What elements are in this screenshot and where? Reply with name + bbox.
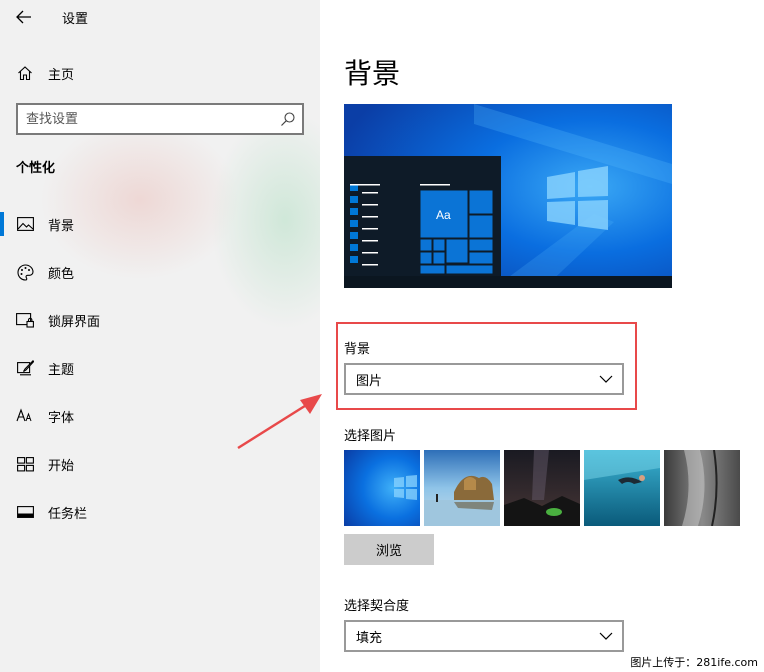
sidebar-item-label: 开始 [48,458,75,474]
taskbar-icon [16,503,34,521]
back-arrow-icon [16,10,31,24]
back-button[interactable] [10,4,38,30]
chevron-down-icon [599,632,613,640]
brush-icon [16,359,34,377]
start-icon [16,455,34,473]
preview-sample-text: Aa [436,208,451,222]
sidebar-item-label: 字体 [48,410,75,426]
selection-indicator [0,212,4,236]
dropdown-value: 图片 [356,373,383,389]
desktop-preview: Aa [344,104,672,288]
home-icon [16,64,34,82]
picture-thumbnail[interactable] [344,450,420,526]
browse-button[interactable]: 浏览 [344,534,434,565]
choose-picture-label: 选择图片 [344,429,397,444]
lock-screen-icon [16,311,34,329]
settings-window: 设置 主页 个性化 [0,0,764,672]
palette-icon [16,263,34,281]
sidebar: 设置 主页 个性化 [0,0,320,672]
window-title: 设置 [62,12,89,27]
dropdown-value: 填充 [356,630,383,646]
sidebar-item-background[interactable]: 背景 [0,204,320,244]
sidebar-item-label: 主题 [48,362,75,378]
title-bar: 设置 [0,0,320,34]
sidebar-item-label: 背景 [48,218,75,234]
search-box[interactable] [16,103,304,135]
sidebar-item-taskbar[interactable]: 任务栏 [0,492,320,532]
background-label: 背景 [344,342,371,357]
page-title: 背景 [344,57,401,90]
annotation-arrow [237,394,322,450]
sidebar-item-themes[interactable]: 主题 [0,348,320,388]
picture-icon [16,215,34,233]
sidebar-item-label: 任务栏 [48,506,88,522]
chevron-down-icon [599,375,613,383]
picture-thumbnail[interactable] [584,450,660,526]
sidebar-item-colors[interactable]: 颜色 [0,252,320,292]
picture-thumbnails [344,450,744,526]
picture-thumbnail[interactable] [664,450,740,526]
fit-dropdown[interactable]: 填充 [344,620,624,652]
sidebar-item-label: 主页 [48,67,75,83]
sidebar-item-lock-screen[interactable]: 锁屏界面 [0,300,320,340]
search-icon[interactable] [280,111,296,127]
search-input[interactable] [18,110,268,128]
sidebar-item-home[interactable]: 主页 [0,56,320,90]
watermark: 图片上传于：281ife.com [624,654,764,672]
fit-label: 选择契合度 [344,599,410,614]
sidebar-item-label: 颜色 [48,266,75,282]
font-icon [16,407,34,425]
main-content: 背景 Aa 背景 图片 选择图片 浏览 选择契合度 填充 [320,0,764,672]
picture-thumbnail[interactable] [424,450,500,526]
section-title: 个性化 [16,161,56,176]
picture-thumbnail[interactable] [504,450,580,526]
background-type-dropdown[interactable]: 图片 [344,363,624,395]
sidebar-item-label: 锁屏界面 [48,314,101,330]
